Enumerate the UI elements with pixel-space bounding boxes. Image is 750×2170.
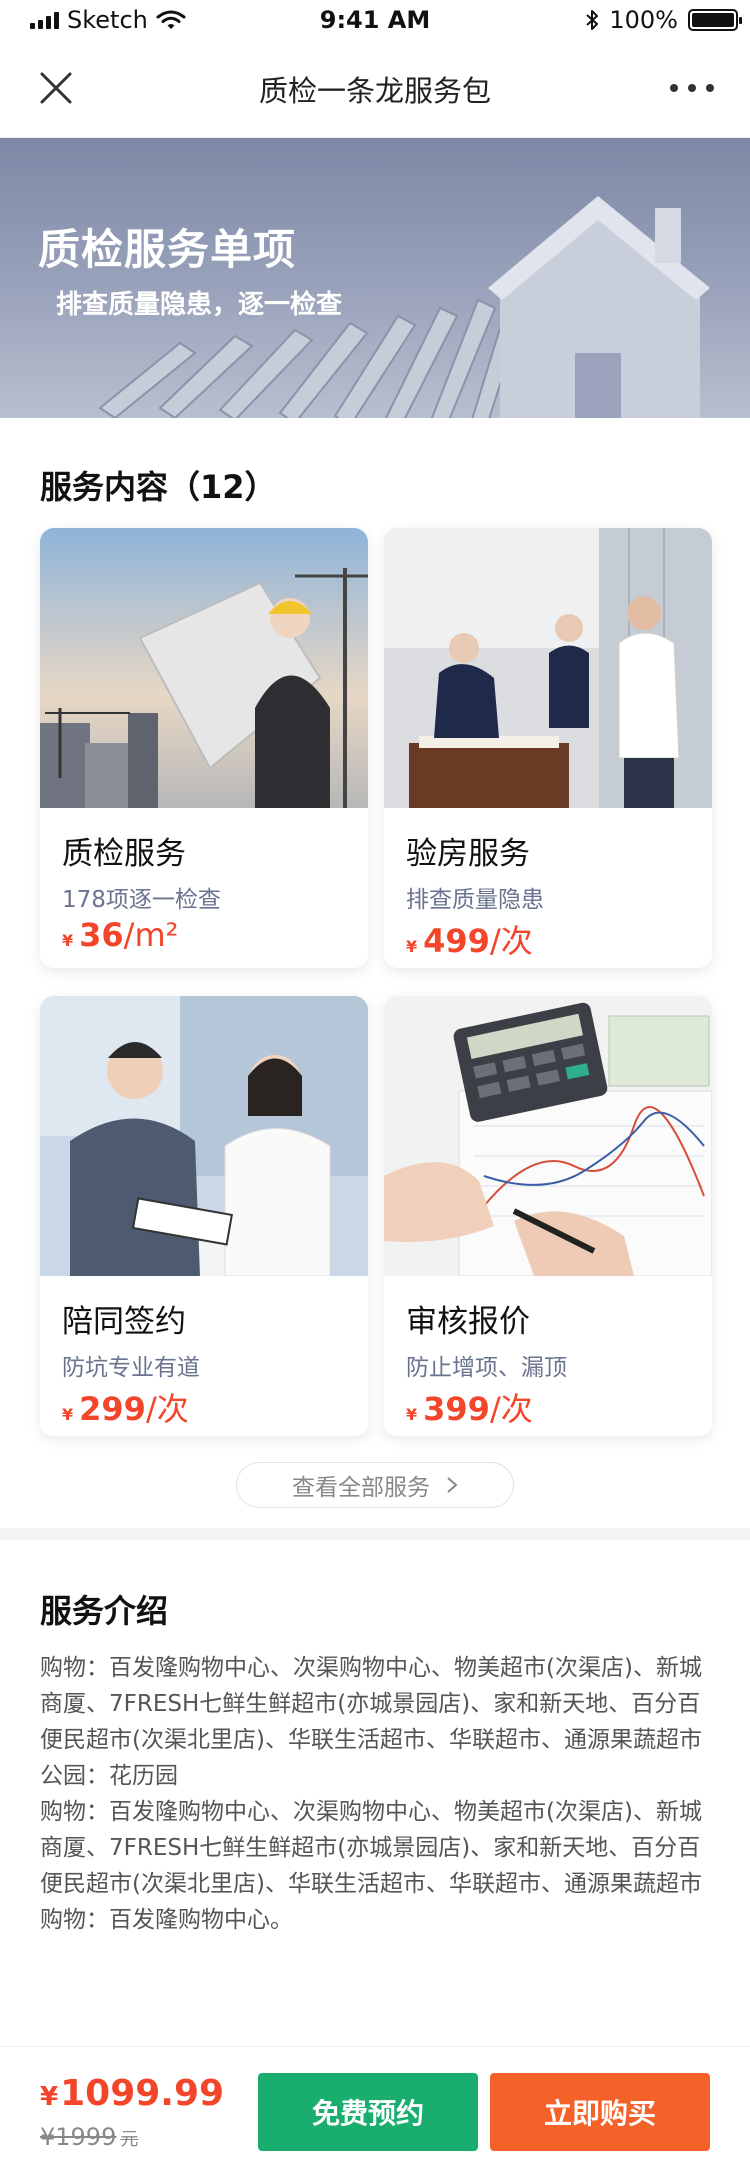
price-unit: /次 <box>489 1390 533 1428</box>
status-time: 9:41 AM <box>319 6 431 34</box>
services-heading: 服务内容（12） <box>40 468 277 506</box>
buy-now-button[interactable]: 立即购买 <box>490 2073 710 2151</box>
reception-meeting-image <box>384 528 712 808</box>
free-booking-button[interactable]: 免费预约 <box>258 2073 478 2151</box>
status-left: Sketch <box>30 6 186 34</box>
intro-heading: 服务介绍 <box>40 1592 169 1630</box>
intro-paragraph: 购物：百发隆购物中心、次渠购物中心、物美超市(次渠店)、新城商厦、7FRESH七… <box>40 1799 702 1897</box>
intro-paragraph: 公园：花历园 <box>40 1763 178 1789</box>
price-unit: /次 <box>145 1390 189 1428</box>
service-price: ¥ 299 /次 <box>62 1384 189 1430</box>
banner-dominoes-house-image <box>98 196 710 418</box>
price-value: 1099.99 <box>60 2073 225 2114</box>
price-unit: /次 <box>489 922 533 960</box>
service-name: 质检服务 <box>62 836 186 872</box>
price-value: 399 <box>423 1390 490 1428</box>
service-card-quote-review[interactable]: 审核报价 防止增项、漏顶 ¥ 399 /次 <box>384 996 712 1436</box>
engineer-blueprint-image <box>40 528 368 808</box>
more-icon[interactable] <box>670 84 714 92</box>
service-desc: 防坑专业有道 <box>62 1355 200 1381</box>
close-icon[interactable] <box>36 68 76 108</box>
price-value: 299 <box>79 1390 146 1428</box>
view-all-label: 查看全部服务 <box>292 1475 430 1501</box>
package-price: ¥ 1099.99 <box>40 2073 224 2114</box>
service-price: ¥ 499 /次 <box>406 916 533 962</box>
original-price-unit: 元 <box>120 2129 139 2150</box>
bluetooth-icon <box>586 10 599 30</box>
signal-icon <box>30 11 59 29</box>
battery-percent: 100% <box>609 6 678 34</box>
section-divider <box>0 1528 750 1540</box>
wifi-icon <box>156 10 186 29</box>
banner: 质检服务单项 排查质量隐患，逐一检查 <box>0 138 750 418</box>
original-price-value: ¥1999 <box>40 2123 117 2151</box>
intro-text: 购物：百发隆购物中心、次渠购物中心、物美超市(次渠店)、新城商厦、7FRESH七… <box>40 1650 716 1938</box>
intro-paragraph: 购物：百发隆购物中心、次渠购物中心、物美超市(次渠店)、新城商厦、7FRESH七… <box>40 1655 702 1753</box>
service-card-inspection[interactable]: 验房服务 排查质量隐患 ¥ 499 /次 <box>384 528 712 968</box>
service-desc: 178项逐一检查 <box>62 887 221 913</box>
intro-paragraph: 购物：百发隆购物中心。 <box>40 1907 293 1933</box>
status-right: 100% <box>585 6 742 34</box>
bottom-purchase-bar: ¥ 1099.99 ¥1999 元 免费预约 立即购买 <box>0 2046 750 2170</box>
currency-symbol: ¥ <box>406 1405 418 1424</box>
chevron-right-icon <box>447 1477 458 1493</box>
service-name: 验房服务 <box>406 836 530 872</box>
service-desc: 排查质量隐患 <box>406 887 544 913</box>
price-value: 499 <box>423 922 490 960</box>
service-price: ¥ 36 /m² <box>62 916 178 954</box>
price-unit: /m² <box>123 916 179 954</box>
couple-signing-image <box>40 996 368 1276</box>
service-desc: 防止增项、漏顶 <box>406 1355 567 1381</box>
service-name: 审核报价 <box>406 1304 530 1340</box>
currency-symbol: ¥ <box>406 937 418 956</box>
service-card-signing[interactable]: 陪同签约 防坑专业有道 ¥ 299 /次 <box>40 996 368 1436</box>
nav-bar: 质检一条龙服务包 <box>0 40 750 138</box>
currency-symbol: ¥ <box>62 1405 74 1424</box>
service-price: ¥ 399 /次 <box>406 1384 533 1430</box>
currency-symbol: ¥ <box>62 931 74 950</box>
price-value: 36 <box>79 916 124 954</box>
original-price: ¥1999 元 <box>40 2123 138 2151</box>
page-title: 质检一条龙服务包 <box>258 73 491 108</box>
battery-icon <box>688 9 742 31</box>
calculator-chart-image <box>384 996 712 1276</box>
service-name: 陪同签约 <box>62 1304 186 1340</box>
service-card-quality[interactable]: 质检服务 178项逐一检查 ¥ 36 /m² <box>40 528 368 968</box>
banner-subtitle: 排查质量隐患，逐一检查 <box>56 290 343 320</box>
currency-symbol: ¥ <box>40 2082 59 2112</box>
house-shape <box>488 196 710 418</box>
carrier-label: Sketch <box>67 6 148 34</box>
banner-title: 质检服务单项 <box>38 225 297 274</box>
status-bar: Sketch 9:41 AM 100% <box>0 0 750 40</box>
page: Sketch 9:41 AM 100% 质检一条龙服务包 质检服务单项 排查质量… <box>0 0 750 2170</box>
view-all-services-button[interactable]: 查看全部服务 <box>236 1462 514 1508</box>
